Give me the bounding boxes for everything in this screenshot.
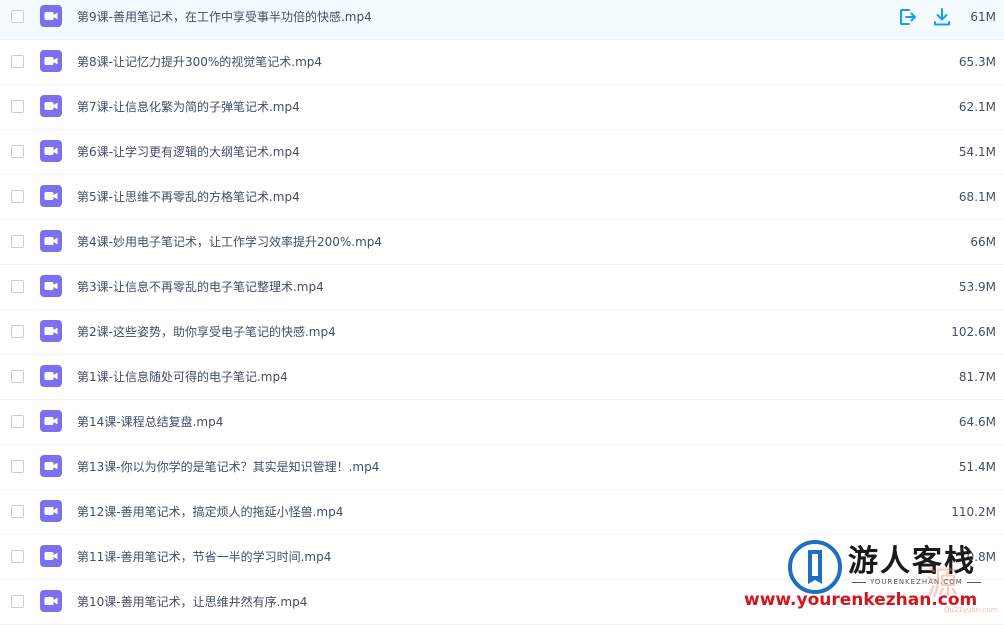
row-checkbox[interactable] bbox=[11, 190, 24, 203]
video-file-icon bbox=[40, 365, 62, 387]
file-size: 61M bbox=[970, 10, 996, 24]
file-size: 110.2M bbox=[951, 505, 996, 519]
row-checkbox[interactable] bbox=[11, 280, 24, 293]
file-name[interactable]: 第14课-课程总结复盘.mp4 bbox=[77, 400, 223, 445]
row-checkbox[interactable] bbox=[11, 235, 24, 248]
file-row[interactable]: 第7课-让信息化繁为简的子弹笔记术.mp4 62.1M bbox=[0, 85, 1004, 130]
row-checkbox[interactable] bbox=[11, 100, 24, 113]
file-row[interactable]: 第5课-让思维不再零乱的方格笔记术.mp4 68.1M bbox=[0, 175, 1004, 220]
video-file-icon bbox=[40, 455, 62, 477]
row-checkbox[interactable] bbox=[11, 550, 24, 563]
row-checkbox[interactable] bbox=[11, 370, 24, 383]
file-row[interactable]: 第3课-让信息不再零乱的电子笔记整理术.mp4 53.9M bbox=[0, 265, 1004, 310]
file-size: 64.6M bbox=[958, 415, 996, 429]
file-size: 102.6M bbox=[951, 325, 996, 339]
video-file-icon bbox=[40, 590, 62, 612]
file-size: 65.3M bbox=[958, 55, 996, 69]
video-file-icon bbox=[40, 185, 62, 207]
watermark-url: www.yourenkezhan.com bbox=[744, 590, 978, 610]
watermark-ghost-url: Qu21yuan.com bbox=[944, 606, 998, 614]
row-checkbox[interactable] bbox=[11, 415, 24, 428]
file-size: 51.4M bbox=[958, 460, 996, 474]
share-icon[interactable] bbox=[898, 7, 918, 27]
file-row[interactable]: 第4课-妙用电子笔记术，让工作学习效率提升200%.mp4 66M bbox=[0, 220, 1004, 265]
video-file-icon bbox=[40, 320, 62, 342]
file-size: 53.9M bbox=[958, 280, 996, 294]
watermark-logo-icon bbox=[788, 540, 842, 594]
file-row[interactable]: 第6课-让学习更有逻辑的大纲笔记术.mp4 54.1M bbox=[0, 130, 1004, 175]
file-row[interactable]: 第8课-让记忆力提升300%的视觉笔记术.mp4 65.3M bbox=[0, 40, 1004, 85]
video-file-icon bbox=[40, 500, 62, 522]
row-checkbox[interactable] bbox=[11, 55, 24, 68]
file-name[interactable]: 第9课-善用笔记术，在工作中享受事半功倍的快感.mp4 bbox=[77, 0, 372, 40]
file-size: 62.1M bbox=[958, 100, 996, 114]
video-file-icon bbox=[40, 545, 62, 567]
file-name[interactable]: 第7课-让信息化繁为简的子弹笔记术.mp4 bbox=[77, 85, 300, 130]
video-file-icon bbox=[40, 95, 62, 117]
file-list: 第9课-善用笔记术，在工作中享受事半功倍的快感.mp4 61M 第8课-让记忆力… bbox=[0, 0, 1004, 625]
file-name[interactable]: 第6课-让学习更有逻辑的大纲笔记术.mp4 bbox=[77, 130, 300, 175]
row-checkbox[interactable] bbox=[11, 460, 24, 473]
file-name[interactable]: 第13课-你以为你学的是笔记术？其实是知识管理！.mp4 bbox=[77, 445, 379, 490]
video-file-icon bbox=[40, 5, 62, 27]
file-size: 54.1M bbox=[958, 145, 996, 159]
file-name[interactable]: 第12课-善用笔记术，搞定烦人的拖延小怪兽.mp4 bbox=[77, 490, 343, 535]
row-checkbox[interactable] bbox=[11, 145, 24, 158]
file-name[interactable]: 第4课-妙用电子笔记术，让工作学习效率提升200%.mp4 bbox=[77, 220, 382, 265]
video-file-icon bbox=[40, 230, 62, 252]
file-name[interactable]: 第5课-让思维不再零乱的方格笔记术.mp4 bbox=[77, 175, 300, 220]
watermark-subtitle: YOURENKEZHAN.COM bbox=[848, 578, 985, 586]
video-file-icon bbox=[40, 50, 62, 72]
row-checkbox[interactable] bbox=[11, 595, 24, 608]
row-actions bbox=[898, 7, 952, 27]
video-file-icon bbox=[40, 140, 62, 162]
file-name[interactable]: 第8课-让记忆力提升300%的视觉笔记术.mp4 bbox=[77, 40, 322, 85]
file-name[interactable]: 第10课-善用笔记术，让思维井然有序.mp4 bbox=[77, 580, 307, 625]
file-row[interactable]: 第12课-善用笔记术，搞定烦人的拖延小怪兽.mp4 110.2M bbox=[0, 490, 1004, 535]
file-size: 68.1M bbox=[958, 190, 996, 204]
video-file-icon bbox=[40, 275, 62, 297]
file-row[interactable]: 第1课-让信息随处可得的电子笔记.mp4 81.7M bbox=[0, 355, 1004, 400]
file-row[interactable]: 第14课-课程总结复盘.mp4 64.6M bbox=[0, 400, 1004, 445]
file-row[interactable]: 第13课-你以为你学的是笔记术？其实是知识管理！.mp4 51.4M bbox=[0, 445, 1004, 490]
video-file-icon bbox=[40, 410, 62, 432]
file-row[interactable]: 第9课-善用笔记术，在工作中享受事半功倍的快感.mp4 61M bbox=[0, 0, 1004, 40]
file-row[interactable]: 第2课-这些姿势，助你享受电子笔记的快感.mp4 102.6M bbox=[0, 310, 1004, 355]
row-checkbox[interactable] bbox=[11, 505, 24, 518]
file-name[interactable]: 第11课-善用笔记术，节省一半的学习时间.mp4 bbox=[77, 535, 331, 580]
file-name[interactable]: 第2课-这些姿势，助你享受电子笔记的快感.mp4 bbox=[77, 310, 336, 355]
row-checkbox[interactable] bbox=[11, 325, 24, 338]
watermark: 游人客栈 YOURENKEZHAN.COM 源 www.yourenkezhan… bbox=[744, 540, 1004, 615]
file-size: 81.7M bbox=[958, 370, 996, 384]
row-checkbox[interactable] bbox=[11, 10, 24, 23]
download-icon[interactable] bbox=[932, 7, 952, 27]
file-name[interactable]: 第1课-让信息随处可得的电子笔记.mp4 bbox=[77, 355, 288, 400]
file-name[interactable]: 第3课-让信息不再零乱的电子笔记整理术.mp4 bbox=[77, 265, 324, 310]
file-size: 66M bbox=[970, 235, 996, 249]
